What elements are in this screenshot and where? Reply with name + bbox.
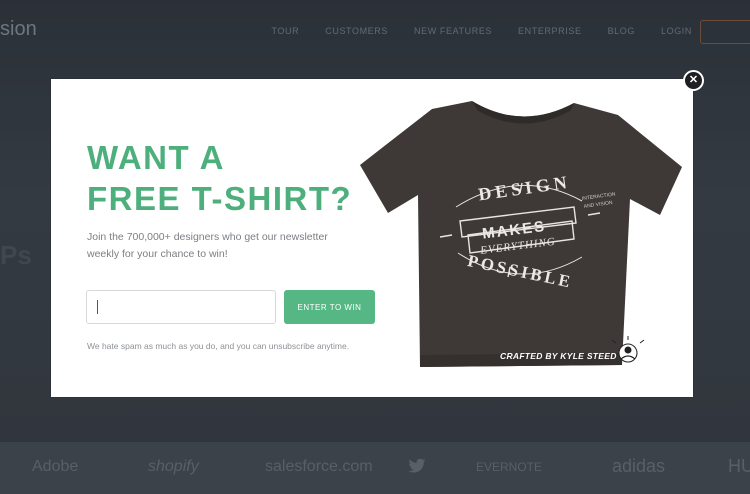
- modal-subtext: Join the 700,000+ designers who get our …: [87, 231, 328, 260]
- close-button[interactable]: ✕: [683, 70, 704, 91]
- shirt-credit-text: CRAFTED BY KYLE STEED: [500, 351, 617, 361]
- modal-headline: WANT A FREE T-SHIRT?: [87, 137, 387, 219]
- newsletter-modal: WANT A FREE T-SHIRT? Join the 700,000+ d…: [51, 79, 693, 397]
- close-icon: ✕: [688, 74, 699, 86]
- headline-line-1: WANT A: [87, 139, 225, 176]
- tshirt-image: DESIGN MAKES EVERYTHING POSSIBLE INTERAC…: [360, 97, 685, 377]
- headline-line-2: FREE T-SHIRT?: [87, 180, 353, 217]
- text-caret: [97, 300, 98, 314]
- spam-disclaimer: We hate spam as much as you do, and you …: [87, 341, 350, 351]
- email-field[interactable]: [86, 290, 276, 324]
